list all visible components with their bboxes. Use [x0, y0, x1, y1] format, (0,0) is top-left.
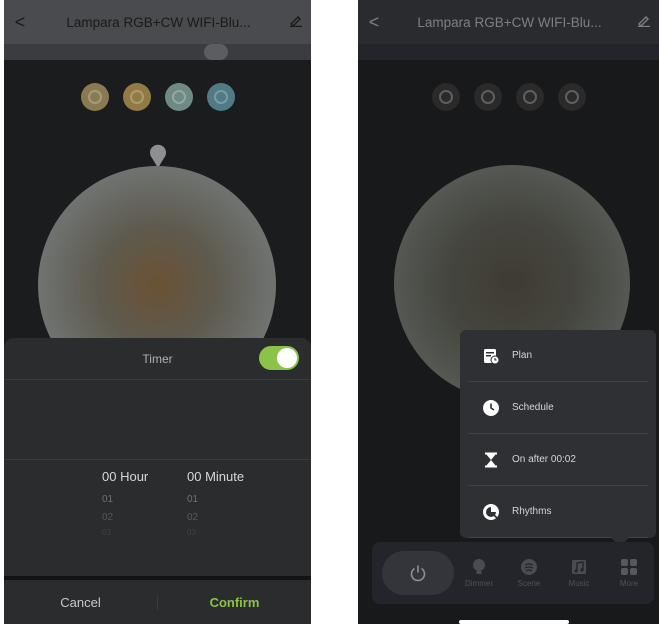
app-header: < Lampara RGB+CW WIFI-Blu... — [358, 0, 659, 44]
scene-dot-4[interactable] — [557, 83, 586, 111]
hourglass-icon — [480, 449, 502, 471]
hour-option[interactable]: 01 — [102, 494, 182, 512]
rhythms-icon — [480, 501, 502, 523]
timer-screen: < Lampara RGB+CW WIFI-Blu... Timer 00 Ho… — [4, 0, 311, 624]
cancel-button[interactable]: Cancel — [4, 594, 158, 610]
color-picker-pin-icon[interactable] — [148, 142, 168, 168]
bottom-tab-bar: Dimmer Scene Music More — [372, 542, 654, 604]
back-button[interactable]: < — [358, 12, 390, 33]
edit-icon[interactable] — [629, 13, 659, 31]
plan-icon — [480, 345, 502, 367]
timer-sheet: Timer 00 Hour 01 02 03 00 Minute 01 02 0… — [4, 338, 311, 624]
hour-selected: 00 Hour — [102, 469, 149, 484]
scene-dot-3[interactable] — [164, 83, 193, 111]
power-icon — [410, 565, 426, 582]
menu-label: Plan — [512, 350, 533, 361]
tab-label: More — [619, 579, 639, 588]
scene-dot-1[interactable] — [80, 83, 109, 111]
menu-item-plan[interactable]: Plan — [468, 330, 648, 382]
hour-option[interactable]: 02 — [102, 512, 182, 528]
minute-option[interactable]: 02 — [187, 512, 267, 528]
edit-icon[interactable] — [281, 13, 311, 31]
timer-footer: Cancel Confirm — [4, 580, 311, 624]
tab-label: Scene — [517, 579, 541, 588]
menu-item-schedule[interactable]: Schedule — [468, 382, 648, 434]
grid-icon — [621, 559, 637, 575]
tab-music[interactable]: Music — [554, 558, 604, 588]
more-popup-menu: Plan Schedule On after 00:02 Rhythms — [460, 330, 656, 547]
minute-selected: 00 Minute — [187, 469, 245, 484]
minute-option[interactable]: 01 — [187, 494, 267, 512]
scene-dot-2[interactable] — [473, 83, 502, 111]
scene-dots — [358, 83, 659, 111]
hour-option[interactable]: 03 — [102, 528, 182, 538]
scene-dot-2[interactable] — [122, 83, 151, 111]
scene-icon — [521, 559, 537, 575]
menu-label: Rhythms — [512, 506, 552, 517]
app-header: < Lampara RGB+CW WIFI-Blu... — [4, 0, 311, 44]
music-icon — [572, 560, 586, 574]
timer-sheet-spacer — [4, 380, 311, 460]
tab-label: Dimmer — [465, 579, 493, 588]
time-picker[interactable]: 00 Hour 01 02 03 00 Minute 01 02 03 — [4, 466, 311, 546]
device-title: Lampara RGB+CW WIFI-Blu... — [66, 14, 251, 30]
home-indicator — [459, 620, 569, 624]
scene-dot-1[interactable] — [431, 83, 460, 111]
timer-title: Timer — [142, 351, 173, 366]
tab-dimmer[interactable]: Dimmer — [454, 558, 504, 588]
tab-label: Music — [568, 579, 590, 588]
confirm-button[interactable]: Confirm — [158, 595, 311, 610]
timer-sheet-header: Timer — [4, 338, 311, 380]
scene-dot-4[interactable] — [206, 83, 235, 111]
brightness-knob[interactable] — [204, 44, 228, 60]
tab-more[interactable]: More — [604, 558, 654, 588]
timer-toggle[interactable] — [259, 346, 299, 370]
menu-label: On after 00:02 — [512, 454, 576, 465]
clock-icon — [480, 397, 502, 419]
minute-option[interactable]: 03 — [187, 528, 267, 538]
menu-item-countdown[interactable]: On after 00:02 — [468, 434, 648, 486]
back-button[interactable]: < — [4, 12, 36, 33]
menu-label: Schedule — [512, 402, 554, 413]
tab-scene[interactable]: Scene — [504, 558, 554, 588]
brightness-strip[interactable] — [4, 44, 311, 60]
power-button[interactable] — [382, 551, 454, 595]
scene-dot-3[interactable] — [515, 83, 544, 111]
device-title: Lampara RGB+CW WIFI-Blu... — [417, 14, 602, 30]
brightness-strip[interactable] — [358, 44, 659, 60]
more-menu-screen: < Lampara RGB+CW WIFI-Blu... Plan Schedu… — [358, 0, 659, 624]
bulb-icon — [473, 559, 485, 574]
scene-dots — [4, 83, 311, 111]
minute-wheel[interactable]: 00 Minute 01 02 03 — [187, 466, 267, 538]
hour-wheel[interactable]: 00 Hour 01 02 03 — [102, 466, 182, 538]
